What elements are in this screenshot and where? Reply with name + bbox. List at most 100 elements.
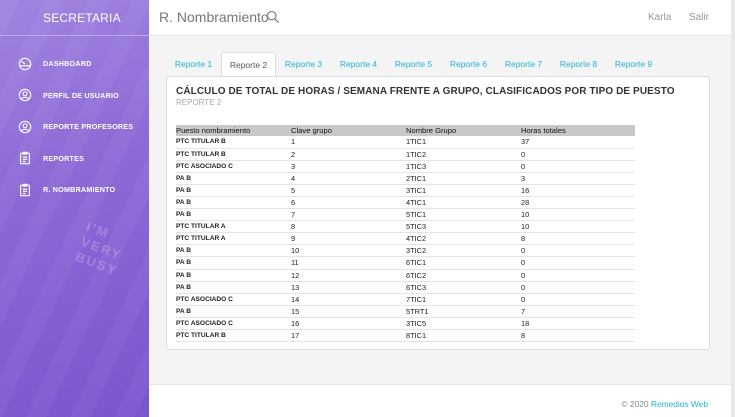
table-row: PA B 11 6TIC1 0 [176, 256, 635, 270]
table-row: PA B 13 6TIC3 0 [176, 281, 635, 294]
table-row: PTC TITULAR B 1 1TIC1 37 [176, 136, 635, 149]
table-cell: 10 [521, 208, 635, 222]
tab-reporte-3[interactable]: Reporte 3 [276, 52, 331, 77]
table-cell: 2TIC1 [406, 172, 521, 185]
table-cell: 13 [291, 281, 406, 294]
table-cell: 8 [291, 220, 406, 234]
sidebar-item-r-nombramiento[interactable]: R. NOMBRAMIENTO [0, 174, 149, 206]
table-cell: 8 [521, 232, 635, 246]
clipboard-icon [18, 183, 32, 197]
table-cell: 6TIC2 [406, 269, 521, 282]
user-menu-link[interactable]: Karla [648, 12, 671, 23]
table-row: PA B 7 5TIC1 10 [176, 208, 635, 222]
search-icon[interactable] [266, 10, 280, 24]
table-cell: PTC TITULAR B [176, 329, 291, 343]
table-cell: 5TRT1 [406, 305, 521, 318]
table-row: PA B 12 6TIC2 0 [176, 269, 635, 282]
table-cell: PTC TITULAR B [176, 148, 291, 161]
report-panel: CÁLCULO DE TOTAL DE HORAS / SEMANA FRENT… [166, 76, 710, 350]
table-row: PTC TITULAR B 17 8TIC1 8 [176, 329, 635, 343]
table-cell: 10 [291, 244, 406, 258]
table-cell: 6TIC1 [406, 256, 521, 270]
table-cell: 5TIC3 [406, 220, 521, 234]
table-cell: 0 [521, 244, 635, 258]
background-watermark: I'M VERY BUSY [73, 218, 125, 279]
table-cell: PA B [176, 269, 291, 282]
table-cell: 3TIC2 [406, 244, 521, 258]
table-cell: 9 [291, 232, 406, 246]
table-cell: PA B [176, 244, 291, 258]
tab-reporte-5[interactable]: Reporte 5 [386, 52, 441, 77]
page-scrollbar[interactable] [731, 0, 735, 417]
sidebar-item-label: REPORTES [43, 153, 85, 163]
sidebar-item-reporte-profesores[interactable]: REPORTE PROFESORES [0, 111, 149, 143]
tab-reporte-6[interactable]: Reporte 6 [441, 52, 496, 77]
table-cell: 5TIC1 [406, 208, 521, 222]
table-cell: 18 [521, 317, 635, 331]
table-row: PA B 5 3TIC1 16 [176, 184, 635, 197]
sidebar-item-label: PERFIL DE USUARIO [43, 90, 119, 100]
table-row: PTC TITULAR A 9 4TIC2 8 [176, 232, 635, 246]
table-row: PTC ASOCIADO C 3 1TIC3 0 [176, 160, 635, 173]
top-navbar: R. Nombramiento Karla Salir [149, 0, 735, 36]
sidebar-item-label: DASHBOARD [43, 59, 92, 69]
table-row: PTC TITULAR A 8 5TIC3 10 [176, 220, 635, 234]
table-cell: 0 [521, 148, 635, 161]
table-row: PTC ASOCIADO C 14 7TIC1 0 [176, 293, 635, 306]
table-cell: 3TIC1 [406, 184, 521, 197]
table-cell: 6TIC3 [406, 281, 521, 294]
table-header-row: Puesto nombramiento Clave grupo Nombre G… [176, 125, 635, 136]
column-header: Horas totales [521, 125, 635, 136]
dashboard-icon [18, 57, 32, 71]
table-cell: 14 [291, 293, 406, 306]
brand-title[interactable]: SECRETARIA [0, 0, 149, 36]
sidebar-item-label: REPORTE PROFESORES [43, 122, 134, 132]
table-cell: 7 [521, 305, 635, 318]
tab-reporte-7[interactable]: Reporte 7 [496, 52, 551, 77]
table-cell: PA B [176, 172, 291, 185]
sidebar-item-perfil[interactable]: PERFIL DE USUARIO [0, 80, 149, 112]
sidebar-nav: DASHBOARD PERFIL DE USUARIO REPORTE PROF… [0, 48, 149, 206]
table-cell: 7 [291, 208, 406, 222]
sidebar-item-reportes[interactable]: REPORTES [0, 143, 149, 175]
table-row: PA B 4 2TIC1 3 [176, 172, 635, 185]
table-cell: PTC ASOCIADO C [176, 160, 291, 173]
table-cell: 16 [291, 317, 406, 331]
tab-reporte-8[interactable]: Reporte 8 [551, 52, 606, 77]
table-cell: 3TIC5 [406, 317, 521, 331]
table-cell: 10 [521, 220, 635, 234]
footer-link[interactable]: Remedios Web [651, 399, 708, 409]
table-cell: PA B [176, 184, 291, 197]
table-cell: 0 [521, 293, 635, 306]
report-title: CÁLCULO DE TOTAL DE HORAS / SEMANA FRENT… [176, 86, 675, 97]
report-subtitle: REPORTE 2 [176, 98, 222, 107]
table-cell: 4TIC2 [406, 232, 521, 246]
tab-reporte-9[interactable]: Reporte 9 [606, 52, 661, 77]
table-cell: PTC ASOCIADO C [176, 293, 291, 306]
tab-reporte-4[interactable]: Reporte 4 [331, 52, 386, 77]
table-cell: 4 [291, 172, 406, 185]
clipboard-icon [18, 151, 32, 165]
sidebar-item-label: R. NOMBRAMIENTO [43, 185, 116, 195]
table-cell: PA B [176, 281, 291, 294]
table-cell: 0 [521, 281, 635, 294]
table-cell: 0 [521, 269, 635, 282]
table-cell: 1TIC3 [406, 160, 521, 173]
table-cell: PA B [176, 305, 291, 318]
table-cell: 1TIC1 [406, 136, 521, 149]
table-cell: 17 [291, 329, 406, 343]
table-cell: 1TIC2 [406, 148, 521, 161]
table-cell: 28 [521, 196, 635, 210]
table-cell: PTC ASOCIADO C [176, 317, 291, 331]
sidebar-item-dashboard[interactable]: DASHBOARD [0, 48, 149, 80]
tab-reporte-1[interactable]: Reporte 1 [166, 52, 221, 77]
table-cell: 7TIC1 [406, 293, 521, 306]
table-cell: 8TIC1 [406, 329, 521, 343]
table-cell: 16 [521, 184, 635, 197]
table-row: PA B 15 5TRT1 7 [176, 305, 635, 318]
table-cell: 3 [521, 172, 635, 185]
tab-reporte-2[interactable]: Reporte 2 [221, 52, 276, 77]
logout-link[interactable]: Salir [689, 12, 709, 23]
table-cell: 8 [521, 329, 635, 343]
table-cell: PTC TITULAR A [176, 220, 291, 234]
